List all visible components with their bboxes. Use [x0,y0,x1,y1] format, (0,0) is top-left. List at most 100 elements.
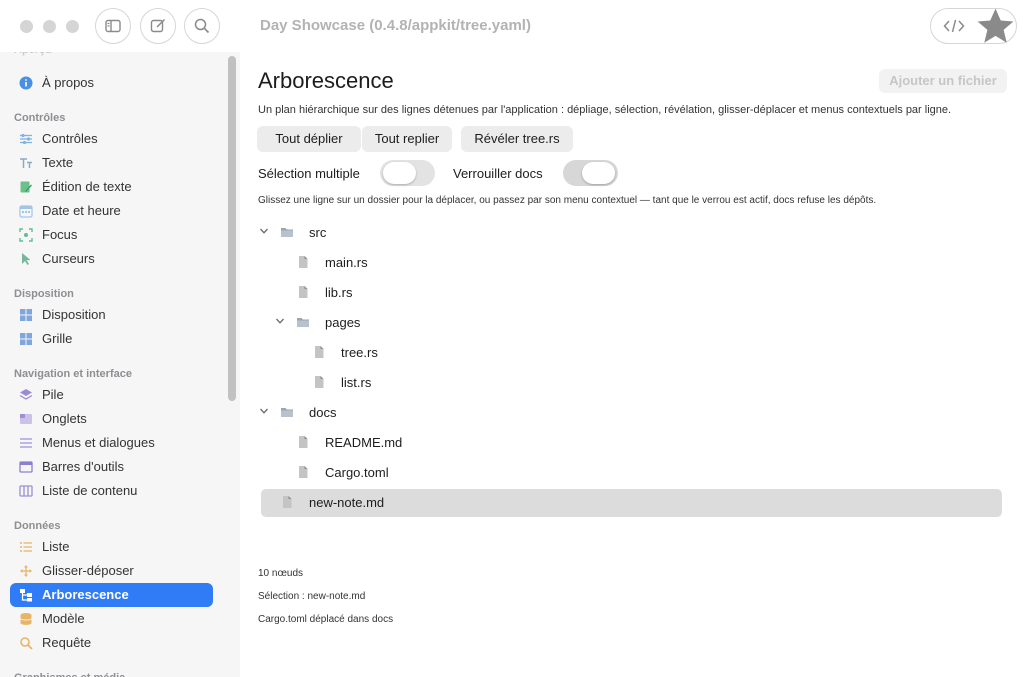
sidebar-item-label: Arborescence [42,587,129,602]
sidebar-item-label: Requête [42,635,92,650]
multi-select-label: Sélection multiple [258,166,360,181]
selection-status: Sélection : new-note.md [258,591,366,602]
text-icon [20,158,32,168]
file-icon [315,346,324,358]
drag-hint: Glissez une ligne sur un dossier pour la… [258,195,877,206]
multi-select-toggle[interactable] [380,160,435,186]
file-icon [299,466,308,478]
tabs-icon [20,414,32,424]
reveal-button[interactable]: Révéler tree.rs [461,126,573,152]
sliders-icon [20,133,32,145]
sidebar-item-label: Onglets [42,411,87,426]
tree-row[interactable]: src [240,219,1002,247]
sidebar-item-liste-de-contenu[interactable]: Liste de contenu [10,479,213,503]
sidebar-item-label: Grille [42,331,73,346]
collapse-all-button[interactable]: Tout replier [362,126,452,152]
tree-row[interactable]: README.md [240,429,1002,457]
sidebar-item-label: Modèle [42,611,85,626]
stack-icon [19,389,33,400]
compose-icon [150,18,166,33]
folder-icon [281,408,293,417]
toggle-sidebar-button[interactable] [95,8,131,44]
folder-icon [281,228,293,237]
sidebar-item-label: Édition de texte [42,179,132,194]
sidebar-item-a-propos[interactable]: À propos [10,71,213,95]
file-icon [299,256,308,268]
sidebar-item-requete[interactable]: Requête [10,631,213,655]
file-icon [299,286,308,298]
cursor-icon [22,253,31,265]
add-file-button[interactable]: Ajouter un fichier [879,69,1007,93]
search-button[interactable] [184,8,220,44]
sidebar-item-barres-d-outils[interactable]: Barres d'outils [10,455,213,479]
sidebar-item-liste[interactable]: Liste [10,535,213,559]
chevron-down-icon[interactable] [259,406,269,416]
sidebar-item-label: Focus [42,227,78,242]
tree-row[interactable]: pages [240,309,1002,337]
sidebar-item-glisser-deposer[interactable]: Glisser-déposer [10,559,213,583]
search-icon [194,18,210,34]
sidebar-section-title: Aperçu [14,52,52,56]
sidebar-item-date-et-heure[interactable]: Date et heure [10,199,213,223]
chevron-down-icon[interactable] [275,316,285,326]
lock-docs-toggle[interactable] [563,160,618,186]
window-title: Day Showcase (0.4.8/appkit/tree.yaml) [260,17,531,34]
page-description: Un plan hiérarchique sur des lignes déte… [258,104,952,116]
close-window-button[interactable] [20,20,33,33]
view-source-button[interactable] [932,9,975,43]
tree-row-label: main.rs [325,255,368,270]
file-icon [283,496,292,508]
sidebar-item-label: Pile [42,387,64,402]
edit-icon [20,181,32,193]
tree-row[interactable]: tree.rs [240,339,1002,367]
grid-icon [20,333,32,345]
minimize-window-button[interactable] [43,20,56,33]
tree-row[interactable]: Cargo.toml [240,459,1002,487]
tree-row-label: Cargo.toml [325,465,389,480]
sidebar-item-label: Date et heure [42,203,121,218]
sidebar-item-label: Contrôles [42,131,98,146]
tree-row[interactable]: new-note.md [261,489,1002,517]
sidebar-item-modele[interactable]: Modèle [10,607,213,631]
sidebar-item-label: Liste de contenu [42,483,138,498]
tree-row-label: docs [309,405,337,420]
search-icon [20,637,33,650]
toolbar-right-group [930,8,1017,44]
sidebar-item-pile[interactable]: Pile [10,383,213,407]
sidebar-item-label: Disposition [42,307,106,322]
menu-icon [20,438,32,448]
tree-row[interactable]: lib.rs [240,279,1002,307]
expand-all-button[interactable]: Tout déplier [257,126,361,152]
favorite-button[interactable] [974,8,1017,43]
tree-row[interactable]: list.rs [240,369,1002,397]
compose-button[interactable] [140,8,176,44]
sidebar-section-title: Contrôles [14,112,66,124]
tree-row-label: lib.rs [325,285,353,300]
zoom-window-button[interactable] [66,20,79,33]
move-icon [20,565,32,577]
sidebar-scrollbar[interactable] [228,56,236,401]
sidebar-item-disposition[interactable]: Disposition [10,303,213,327]
sidebar-item-focus[interactable]: Focus [10,223,213,247]
sidebar-item-label: Curseurs [42,251,95,266]
calendar-icon [19,205,33,218]
sidebar-item-controles[interactable]: Contrôles [10,127,213,151]
sidebar-item-grille[interactable]: Grille [10,327,213,351]
sidebar-item-menus-et-dialogues[interactable]: Menus et dialogues [10,431,213,455]
sidebar-item-arborescence[interactable]: Arborescence [10,583,213,607]
tree-icon [20,589,32,602]
tree-row-label: README.md [325,435,403,450]
sidebar-item-label: Barres d'outils [42,459,124,474]
sidebar-item-label: Menus et dialogues [42,435,155,450]
tree-row[interactable]: main.rs [240,249,1002,277]
code-icon [942,19,965,33]
sidebar-item-texte[interactable]: Texte [10,151,213,175]
sidebar-item-onglets[interactable]: Onglets [10,407,213,431]
toggle-knob [582,162,615,184]
chevron-down-icon[interactable] [259,226,269,236]
layout-icon [20,309,32,321]
sidebar-item-curseurs[interactable]: Curseurs [10,247,213,271]
sidebar-item-edition-de-texte[interactable]: Édition de texte [10,175,213,199]
tree-row[interactable]: docs [240,399,1002,427]
file-icon [315,376,324,388]
